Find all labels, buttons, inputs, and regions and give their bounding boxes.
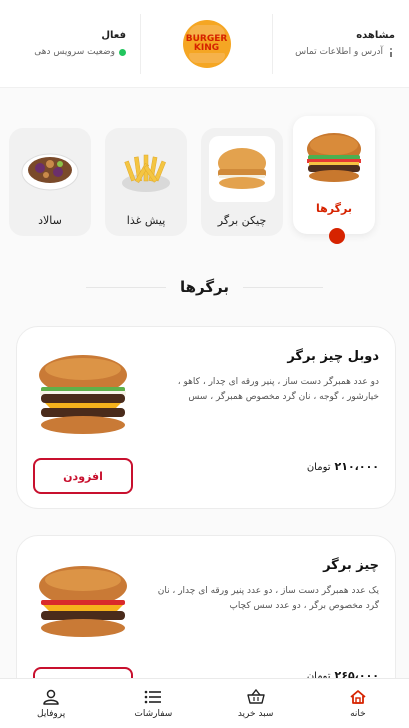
app-header: مشاهده آدرس و اطلاعات تماس BURGER KING فع… — [0, 0, 409, 88]
contact-subtitle: آدرس و اطلاعات تماس — [295, 47, 383, 57]
nav-cart[interactable]: سبد خرید — [205, 679, 307, 728]
product-name: چیز برگر — [323, 558, 379, 573]
divider — [243, 286, 324, 288]
nav-profile[interactable]: پروفایل — [0, 679, 102, 728]
product-price: ۲۱۰،۰۰۰ تومان — [307, 460, 379, 473]
nav-home[interactable]: خانه — [307, 679, 409, 728]
category-label: چیکن برگر — [217, 214, 267, 227]
price-currency: تومان — [306, 462, 331, 473]
nav-label: خانه — [350, 708, 366, 719]
home-icon — [350, 689, 366, 704]
double-cheeseburger-image — [35, 353, 131, 443]
service-status-label: وضعیت سرویس دهی — [34, 47, 115, 57]
fries-thumbnail-icon — [113, 136, 179, 202]
contact-info[interactable]: مشاهده آدرس و اطلاعات تماس — [273, 0, 409, 88]
product-card[interactable]: دوبل چیز برگر دو عدد همبرگر دست ساز ، پن… — [16, 326, 396, 509]
category-salad[interactable]: سالاد — [9, 128, 91, 236]
nav-orders[interactable]: سفارشات — [102, 679, 204, 728]
burger-king-logo[interactable]: BURGER KING — [182, 19, 231, 68]
bottom-navigation: خانه سبد خرید سفارشات پروفایل — [0, 678, 409, 728]
active-category-indicator — [329, 228, 345, 244]
cheeseburger-image — [35, 560, 131, 650]
info-icon — [387, 47, 395, 57]
category-chicken-burger[interactable]: چیکن برگر — [201, 128, 283, 236]
category-label: پیش غذا — [126, 214, 166, 227]
salad-thumbnail-icon — [17, 136, 83, 202]
product-description: یک عدد همبرگر دست ساز ، دو عدد پنیر ورقه… — [157, 586, 379, 611]
category-label: سالاد — [38, 214, 62, 227]
product-name: دوبل چیز برگر — [287, 349, 379, 364]
chicken-burger-thumbnail-icon — [209, 136, 275, 202]
logo-container: BURGER KING — [140, 13, 273, 74]
category-bar: برگرها چیکن برگر پیش غذا سالاد — [8, 116, 388, 246]
list-icon — [145, 690, 162, 703]
nav-label: سفارشات — [134, 708, 173, 719]
user-icon — [43, 689, 59, 705]
divider — [85, 286, 166, 288]
add-to-cart-button[interactable]: افزودن — [33, 458, 133, 494]
section-title: برگرها — [179, 278, 230, 296]
category-appetizers[interactable]: پیش غذا — [105, 128, 187, 236]
nav-label: سبد خرید — [237, 708, 274, 719]
section-header: برگرها — [0, 278, 409, 296]
price-value: ۲۱۰،۰۰۰ — [334, 460, 379, 473]
product-description: دو عدد همبرگر دست ساز ، پنیر ورقه ای چدا… — [177, 377, 379, 402]
nav-label: پروفایل — [37, 708, 66, 719]
service-status-value: فعال — [101, 30, 126, 41]
burger-thumbnail-icon — [301, 124, 367, 190]
category-label: برگرها — [316, 202, 352, 215]
basket-icon — [246, 688, 265, 704]
category-burgers[interactable]: برگرها — [293, 116, 375, 234]
contact-title: مشاهده — [356, 30, 395, 41]
service-status: فعال وضعیت سرویس دهی — [0, 0, 140, 88]
status-dot-icon — [119, 48, 126, 56]
